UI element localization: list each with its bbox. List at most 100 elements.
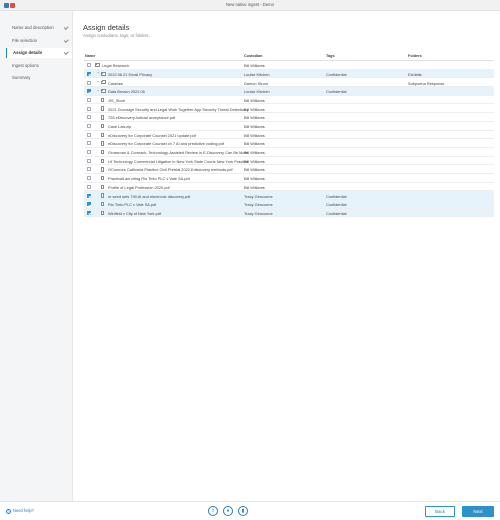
table-row[interactable]: Winfield v City of New York.pdf Tracy Geo… bbox=[84, 208, 494, 218]
row-checkbox[interactable] bbox=[87, 80, 91, 85]
file-icon bbox=[101, 106, 105, 111]
row-name: Caselaw bbox=[108, 80, 123, 86]
row-custodian: Bill Williams bbox=[244, 176, 265, 182]
expand-icon[interactable]: + bbox=[97, 89, 99, 93]
table-row[interactable]: Case Law.zip Bill Williams bbox=[84, 122, 494, 131]
window-titlebar: New native ingest - Demo bbox=[0, 0, 500, 11]
row-name: PracticalLaw citing Rio Tinto PLC v Vale… bbox=[108, 176, 190, 182]
table-row[interactable]: + Caselaw Damon Strom Subpoena Response bbox=[84, 78, 494, 88]
table-row[interactable]: Rio Tinto PLC v Vale SA.pdf Tracy Geoconn… bbox=[84, 200, 494, 209]
table-row[interactable]: eDiscovery for Corporate Counsel 2021 up… bbox=[84, 131, 494, 140]
row-custodian: Bill Williams bbox=[244, 150, 265, 156]
row-checkbox[interactable] bbox=[87, 71, 91, 76]
row-custodian: Louise Kitchen bbox=[244, 89, 270, 95]
row-checkbox[interactable] bbox=[87, 184, 91, 189]
column-header-tags[interactable]: Tags bbox=[326, 54, 335, 58]
row-tags: Confidential bbox=[326, 89, 347, 95]
step-assign-details[interactable]: Assign details bbox=[6, 48, 72, 58]
table-row[interactable]: + Data Breach 2022.06 Louise Kitchen Confid… bbox=[84, 87, 494, 96]
step-name-and-description[interactable]: Name and description bbox=[6, 23, 72, 33]
file-icon bbox=[101, 123, 105, 129]
row-custodian: Damon Strom bbox=[244, 80, 268, 86]
table-row[interactable]: 728 eDiscoveryJudicial acceptance.pdf Bil… bbox=[84, 113, 494, 122]
file-icon bbox=[101, 158, 105, 163]
row-name: 728 eDiscoveryJudicial acceptance.pdf bbox=[108, 115, 176, 121]
column-header-name[interactable]: Name bbox=[85, 54, 95, 58]
step-ingest-options[interactable]: Ingest options bbox=[6, 61, 72, 71]
table-row[interactable]: Legal Research Bill Williams bbox=[84, 61, 494, 70]
file-icon bbox=[101, 202, 105, 207]
row-checkbox[interactable] bbox=[87, 210, 91, 215]
row-custodian: Bill Williams bbox=[244, 132, 265, 138]
column-header-custodian[interactable]: Custodian bbox=[244, 54, 263, 58]
row-checkbox[interactable] bbox=[87, 124, 91, 128]
row-name: re seed sets 799 AI and electronic disco… bbox=[108, 193, 191, 199]
table-row[interactable]: JIS_Store Bill Williams bbox=[84, 96, 494, 105]
file-icon bbox=[101, 175, 105, 181]
file-icon bbox=[101, 132, 105, 137]
folder-icon bbox=[95, 63, 100, 67]
row-custodian: Louise Kitchen bbox=[244, 71, 270, 77]
table-row[interactable]: PracticalLaw citing Rio Tinto PLC v Vale… bbox=[84, 174, 494, 183]
row-name: Legal Research bbox=[102, 63, 130, 69]
file-icon bbox=[101, 167, 105, 172]
step-label: Name and description bbox=[12, 25, 54, 30]
wizard-footer: ? Need help? ⇧ ♦ ▮ Back Next bbox=[0, 501, 500, 520]
row-folders: Subpoena Response bbox=[408, 80, 445, 86]
row-checkbox[interactable] bbox=[87, 97, 91, 102]
row-checkbox[interactable] bbox=[87, 193, 91, 198]
folder-icon bbox=[101, 89, 106, 94]
table-row[interactable]: Lit Technology Commercial Litigation in … bbox=[84, 157, 494, 166]
wizard-steps-sidebar: Name and description File selection Assi… bbox=[0, 11, 73, 501]
upload-icon[interactable]: ⇧ bbox=[208, 506, 218, 516]
tag-icon[interactable]: ♦ bbox=[223, 506, 233, 516]
row-checkbox[interactable] bbox=[87, 167, 91, 172]
row-custodian: Bill Williams bbox=[244, 141, 265, 147]
row-checkbox[interactable] bbox=[87, 89, 91, 94]
row-checkbox[interactable] bbox=[87, 132, 91, 137]
next-button[interactable]: Next bbox=[462, 506, 494, 517]
file-icon bbox=[101, 141, 105, 146]
page-subtitle: Assign custodians, tags, or folders. bbox=[83, 33, 150, 38]
row-checkbox[interactable] bbox=[87, 176, 91, 181]
table-row[interactable]: Profile of Legal Profession 2020.pdf Bill… bbox=[84, 183, 494, 192]
back-button[interactable]: Back bbox=[425, 506, 455, 517]
file-icon bbox=[101, 193, 105, 198]
checkmark-icon bbox=[63, 49, 69, 55]
table-row[interactable]: +2022.06.21 Email Privacy Louise Kitchen C… bbox=[84, 69, 494, 79]
need-help-link[interactable]: ? Need help? bbox=[6, 508, 34, 514]
table-row[interactable]: re seed sets 799 AI and electronic disco… bbox=[84, 191, 494, 200]
step-label: Assign details bbox=[13, 50, 43, 55]
page-title: Assign details bbox=[83, 23, 130, 32]
row-name: eDiscovery for Corporate Counsel 2021 up… bbox=[108, 132, 196, 138]
table-row[interactable]: 2021 Docusign Security and Legal Work To… bbox=[84, 104, 494, 114]
column-header-folders[interactable]: Folders bbox=[408, 54, 422, 58]
row-name: Rio Tinto PLC v Vale SA.pdf bbox=[108, 202, 157, 208]
table-row[interactable]: Grossman & Cormack, Technology-Assisted … bbox=[84, 148, 494, 157]
file-icon bbox=[101, 97, 105, 103]
help-icon: ? bbox=[6, 509, 11, 514]
table-row[interactable]: OConnors California Practice Civil Pretr… bbox=[84, 165, 494, 174]
row-checkbox[interactable] bbox=[87, 141, 91, 146]
row-custodian: Tracy Geoconne bbox=[244, 193, 273, 199]
row-folders: Exhibits bbox=[408, 71, 422, 77]
row-checkbox[interactable] bbox=[87, 63, 91, 68]
row-checkbox[interactable] bbox=[87, 202, 91, 207]
table-row[interactable]: eDiscovery for Corporate Counsel ch 7 AI… bbox=[84, 139, 494, 148]
row-name: JIS_Store bbox=[108, 97, 126, 103]
table-header: Name Custodian Tags Folders bbox=[84, 52, 494, 61]
step-summary[interactable]: Summary bbox=[6, 73, 72, 83]
row-tags: Confidential bbox=[326, 71, 347, 77]
expand-icon[interactable]: + bbox=[97, 71, 99, 75]
items-table: Name Custodian Tags Folders Legal Resear… bbox=[84, 52, 494, 218]
row-checkbox[interactable] bbox=[87, 115, 91, 120]
expand-icon[interactable]: + bbox=[97, 80, 99, 84]
file-icon bbox=[101, 210, 105, 216]
checkmark-icon bbox=[63, 24, 69, 30]
row-checkbox[interactable] bbox=[87, 106, 91, 111]
row-checkbox[interactable] bbox=[87, 158, 91, 163]
folder-icon[interactable]: ▮ bbox=[238, 506, 248, 516]
row-checkbox[interactable] bbox=[87, 150, 91, 155]
step-label: File selection bbox=[12, 38, 38, 43]
step-file-selection[interactable]: File selection bbox=[6, 36, 72, 46]
